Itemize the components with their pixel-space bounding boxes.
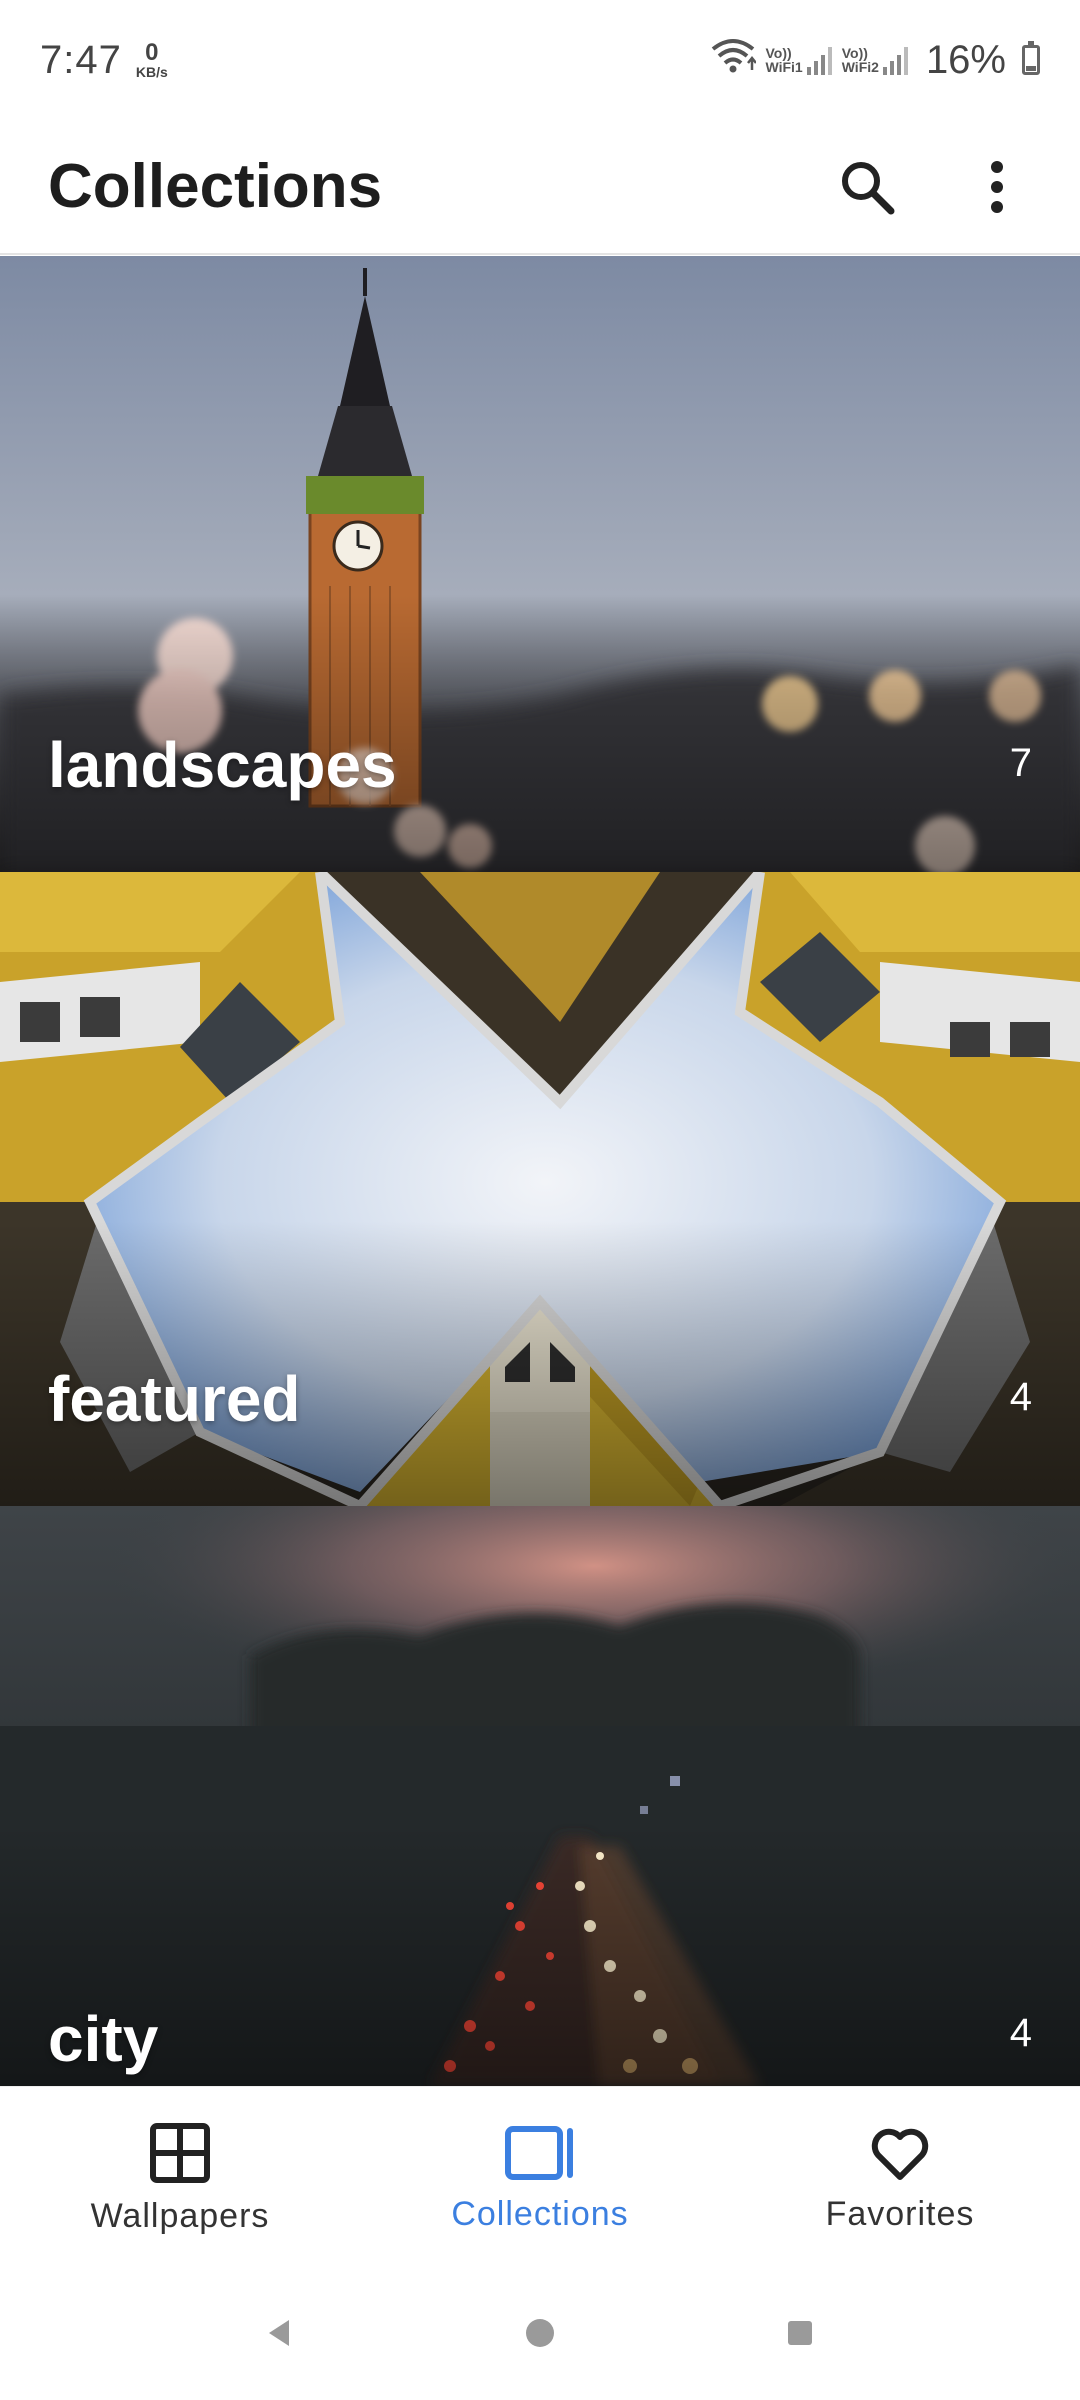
collection-count: 7 bbox=[1009, 741, 1032, 785]
bottom-navigation: Wallpapers Collections Favorites bbox=[0, 2086, 1080, 2270]
nav-label: Wallpapers bbox=[90, 2197, 270, 2235]
collections-list: landscapes 7 featured 4 city 4 bbox=[0, 256, 1080, 2086]
recents-button[interactable] bbox=[783, 2316, 817, 2355]
back-icon bbox=[269, 2319, 289, 2346]
collection-card-landscapes[interactable]: landscapes 7 bbox=[0, 256, 1080, 872]
recents-icon bbox=[788, 2320, 812, 2345]
app-bar-actions bbox=[832, 152, 1032, 222]
signal-bars-icon bbox=[806, 45, 832, 75]
home-icon bbox=[526, 2318, 554, 2347]
nav-label: Collections bbox=[451, 2195, 629, 2233]
system-navigation bbox=[0, 2270, 1080, 2400]
nav-favorites[interactable]: Favorites bbox=[720, 2087, 1080, 2270]
wifi-icon bbox=[710, 37, 757, 83]
status-icons: Vo)) WiFi1 Vo)) WiFi2 16% bbox=[710, 37, 1040, 83]
battery-icon bbox=[1022, 41, 1040, 75]
sim1-label-top: Vo)) bbox=[765, 44, 792, 61]
heart-icon bbox=[871, 2128, 929, 2180]
collection-count: 4 bbox=[1009, 2011, 1032, 2055]
more-vert-icon bbox=[991, 160, 1003, 213]
nav-wallpapers[interactable]: Wallpapers bbox=[0, 2087, 360, 2270]
collections-icon bbox=[505, 2126, 573, 2180]
sim2-signal: Vo)) WiFi2 bbox=[842, 45, 908, 75]
battery-percent: 16% bbox=[925, 37, 1006, 82]
card-gradient bbox=[0, 1825, 1080, 2086]
grid-icon bbox=[150, 2123, 210, 2183]
nav-collections[interactable]: Collections bbox=[360, 2087, 720, 2270]
collection-card-featured[interactable]: featured 4 bbox=[0, 872, 1080, 1506]
collection-card-city[interactable]: city 4 bbox=[0, 1506, 1080, 2086]
net-speed-unit: KB/s bbox=[135, 64, 168, 80]
collection-name: landscapes bbox=[48, 729, 397, 801]
collection-name: city bbox=[48, 2003, 159, 2075]
home-button[interactable] bbox=[523, 2316, 557, 2355]
back-button[interactable] bbox=[263, 2316, 297, 2355]
app-bar: Collections bbox=[0, 120, 1080, 255]
signal-bars-icon bbox=[882, 45, 908, 75]
sim2-label-bottom: WiFi2 bbox=[841, 59, 879, 76]
search-icon bbox=[842, 161, 895, 214]
status-bar: 7:47 0 KB/s Vo)) WiFi1 Vo)) WiFi2 16% bbox=[0, 0, 1080, 120]
sim1-label-bottom: WiFi1 bbox=[765, 59, 803, 76]
sim2-label-top: Vo)) bbox=[841, 44, 868, 61]
net-speed-value: 0 bbox=[145, 39, 159, 66]
status-time: 7:47 bbox=[40, 37, 122, 82]
collection-name: featured bbox=[48, 1363, 301, 1435]
search-button[interactable] bbox=[832, 152, 902, 222]
collection-count: 4 bbox=[1009, 1375, 1032, 1419]
page-title: Collections bbox=[48, 152, 383, 221]
net-speed: 0 KB/s bbox=[135, 39, 168, 80]
more-options-button[interactable] bbox=[962, 152, 1032, 222]
sim1-signal: Vo)) WiFi1 bbox=[766, 45, 832, 75]
collections-screen: 7:47 0 KB/s Vo)) WiFi1 Vo)) WiFi2 16% Co… bbox=[0, 0, 1080, 2400]
nav-label: Favorites bbox=[825, 2195, 975, 2233]
